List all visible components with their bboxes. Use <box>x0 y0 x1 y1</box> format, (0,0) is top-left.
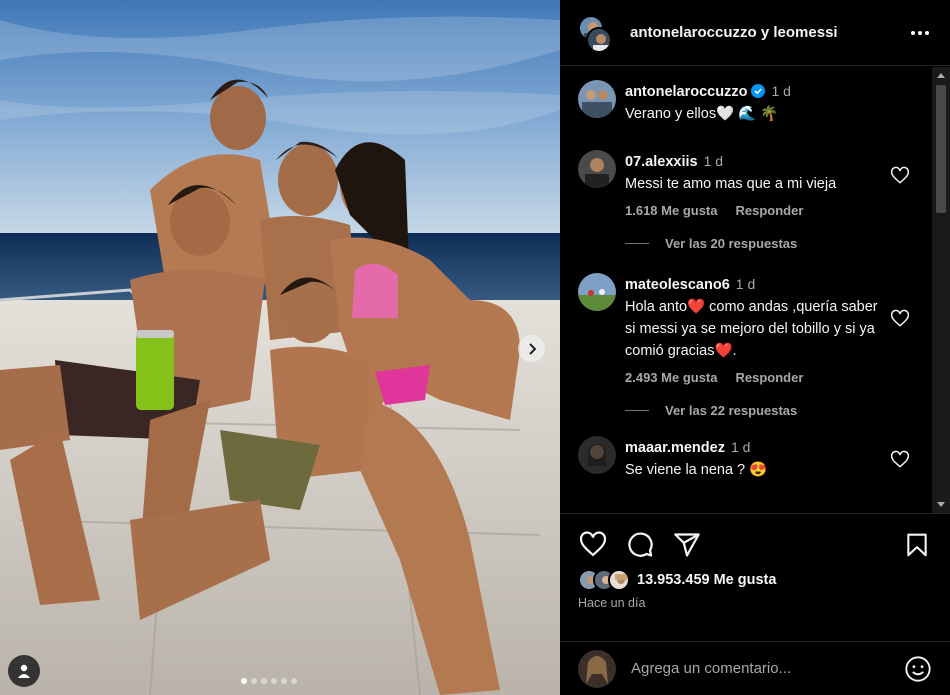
avatar[interactable] <box>578 150 616 188</box>
author-username[interactable]: antonelaroccuzzo <box>630 24 757 41</box>
save-button[interactable] <box>902 530 932 560</box>
user-tag-icon <box>18 664 30 678</box>
more-icon[interactable] <box>908 30 932 35</box>
avatar[interactable] <box>578 273 616 311</box>
comment-time: 1 d <box>730 439 751 455</box>
carousel-dot <box>291 678 297 684</box>
heart-icon[interactable] <box>890 166 910 186</box>
scroll-down-icon[interactable] <box>937 502 945 507</box>
comment-input[interactable] <box>631 660 904 677</box>
next-photo-button[interactable] <box>518 335 545 362</box>
chevron-right-icon <box>528 342 536 355</box>
bookmark-icon <box>907 533 927 557</box>
avatar <box>578 649 616 688</box>
replies-divider <box>625 243 649 244</box>
post-photo[interactable] <box>0 0 560 695</box>
caption-time: 1 d <box>771 83 791 99</box>
view-replies-label[interactable]: Ver las 22 respuestas <box>665 403 797 418</box>
carousel-dot <box>251 678 257 684</box>
comment-text: Messi te amo mas que a mi vieja <box>625 176 837 192</box>
heart-icon <box>579 531 607 557</box>
share-icon <box>674 533 700 557</box>
comment-item: mateolescano6 1 d Hola anto❤️ como andas … <box>578 273 914 385</box>
carousel-dot <box>271 678 277 684</box>
view-replies-button[interactable]: Ver las 20 respuestas <box>625 236 914 251</box>
view-replies-label[interactable]: Ver las 20 respuestas <box>665 236 797 251</box>
comment-username[interactable]: 07.alexxiis <box>625 154 698 170</box>
post-header: antonelaroccuzzo y leomessi <box>560 0 950 66</box>
avatar <box>608 569 630 591</box>
caption: antonelaroccuzzo 1 d Verano y ellos🤍 🌊 🌴 <box>578 80 914 136</box>
carousel-dot <box>241 678 247 684</box>
likes-count[interactable]: 13.953.459 Me gusta <box>637 572 776 588</box>
caption-username[interactable]: antonelaroccuzzo <box>625 84 747 100</box>
comments-scrollbar[interactable] <box>932 67 950 513</box>
scrollbar-thumb[interactable] <box>936 85 946 213</box>
carousel-indicator <box>241 678 297 684</box>
comment-likes[interactable]: 1.618 Me gusta <box>625 203 718 218</box>
emoji-icon[interactable] <box>904 655 932 683</box>
comment-username[interactable]: maaar.mendez <box>625 440 725 456</box>
author-avatars[interactable] <box>578 13 612 53</box>
comments-list: antonelaroccuzzo 1 d Verano y ellos🤍 🌊 🌴 … <box>560 67 932 513</box>
comment-composer <box>560 641 950 695</box>
like-button[interactable] <box>578 530 608 560</box>
post-time: Hace un día <box>578 596 646 610</box>
comment-time: 1 d <box>735 276 756 292</box>
avatar[interactable] <box>578 436 616 474</box>
avatar <box>586 26 612 53</box>
energy-can <box>136 330 174 410</box>
comment-text: Hola anto❤️ como andas ,quería saber si … <box>625 299 878 359</box>
verified-icon <box>751 84 766 98</box>
post-details-panel: antonelaroccuzzo y leomessi antonelarocc… <box>560 0 950 695</box>
reply-button[interactable]: Responder <box>736 370 804 385</box>
heart-icon[interactable] <box>890 450 910 470</box>
caption-text: Verano y ellos🤍 🌊 🌴 <box>625 106 779 122</box>
reply-button[interactable]: Responder <box>736 203 804 218</box>
post-authors[interactable]: antonelaroccuzzo y leomessi <box>630 24 908 41</box>
coauthor-username[interactable]: leomessi <box>773 24 837 41</box>
action-bar <box>578 530 932 560</box>
carousel-dot <box>281 678 287 684</box>
comment-icon <box>628 532 653 557</box>
comment-username[interactable]: mateolescano6 <box>625 277 730 293</box>
heart-icon[interactable] <box>890 309 910 329</box>
user-tag-button[interactable] <box>8 655 40 687</box>
avatar[interactable] <box>578 80 616 118</box>
share-button[interactable] <box>672 530 702 560</box>
comment-time: 1 d <box>703 153 724 169</box>
comment-text: Se viene la nena ? 😍 <box>625 462 768 478</box>
comment-item: maaar.mendez 1 d Se viene la nena ? 😍 <box>578 436 914 481</box>
comment-button[interactable] <box>625 530 655 560</box>
comment-item: 07.alexxiis 1 d Messi te amo mas que a mi… <box>578 150 914 218</box>
likes-summary[interactable]: 13.953.459 Me gusta <box>578 569 932 591</box>
photo-illustration <box>0 0 560 695</box>
author-connector: y <box>760 24 770 41</box>
replies-divider <box>625 410 649 411</box>
scroll-up-icon[interactable] <box>937 73 945 78</box>
post-actions-section: 13.953.459 Me gusta Hace un día <box>560 513 950 610</box>
carousel-dot <box>261 678 267 684</box>
comment-likes[interactable]: 2.493 Me gusta <box>625 370 718 385</box>
view-replies-button[interactable]: Ver las 22 respuestas <box>625 403 914 418</box>
